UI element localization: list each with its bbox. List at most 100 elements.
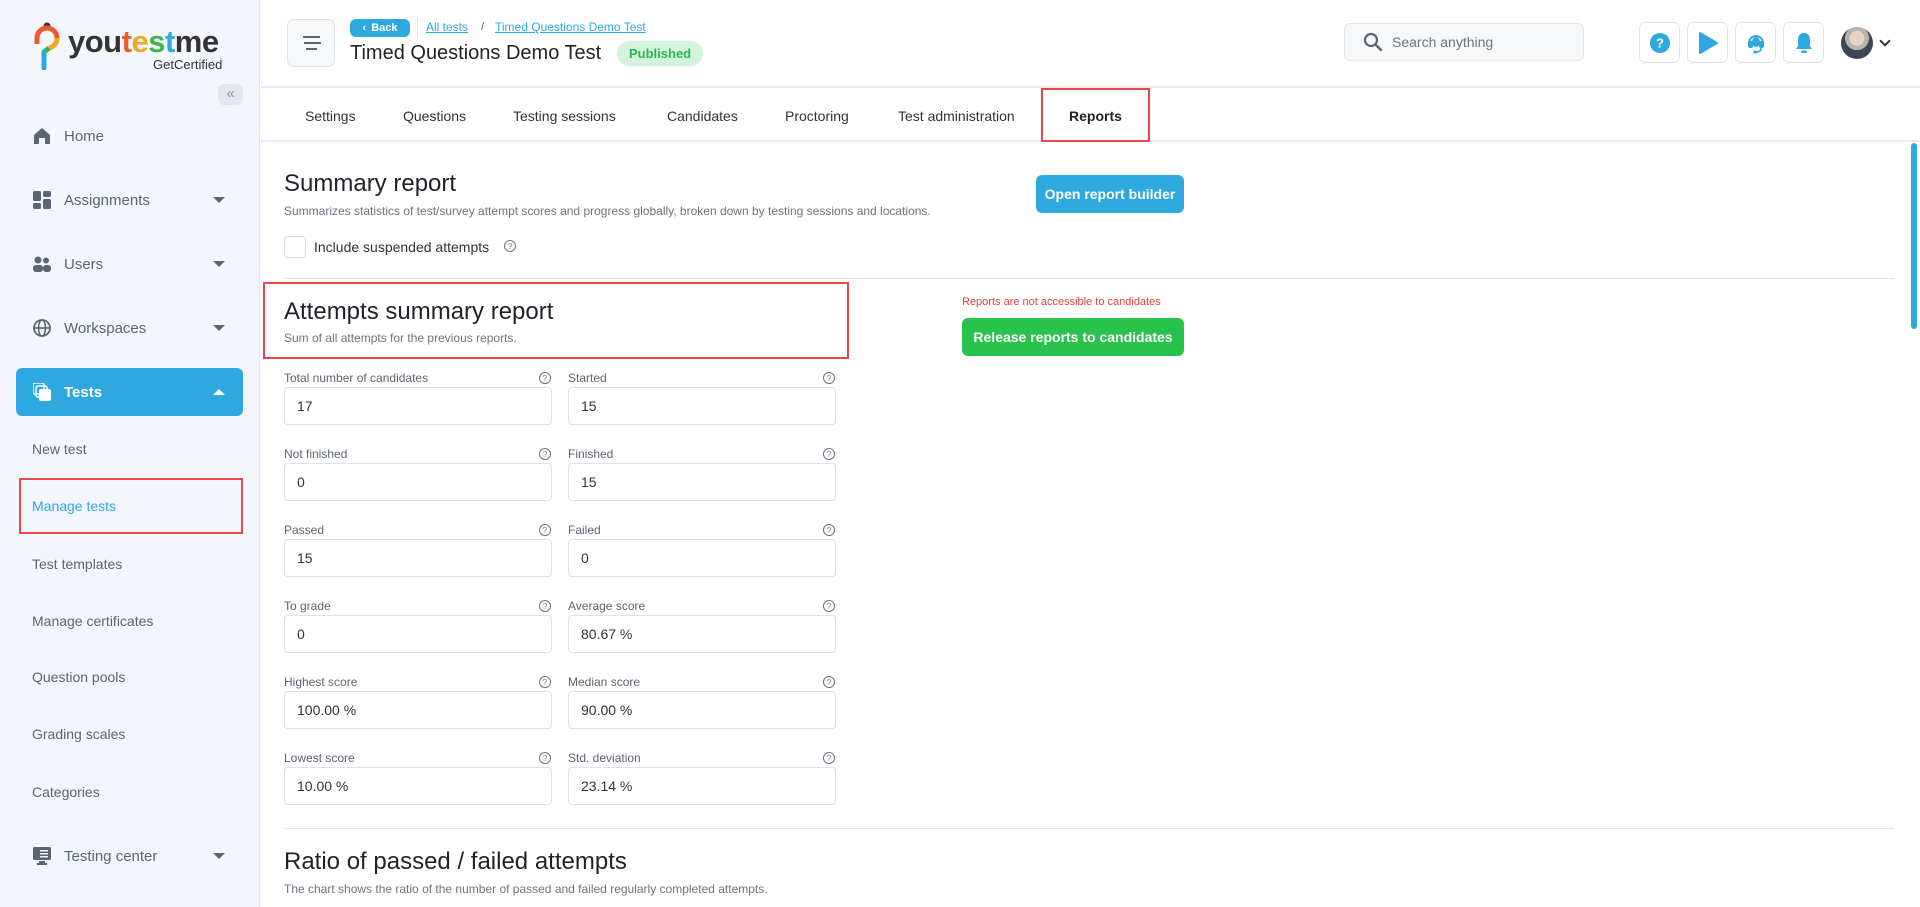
sidebar-subitem-test-templates[interactable]: Test templates <box>32 556 122 572</box>
bell-icon <box>1795 32 1812 53</box>
sidebar-subitem-manage-certificates[interactable]: Manage certificates <box>32 613 153 629</box>
attempts-summary-title: Attempts summary report <box>284 298 554 325</box>
release-reports-button[interactable]: Release reports to candidates <box>962 318 1184 356</box>
help-circle-icon[interactable]: ? <box>823 600 835 612</box>
tab-questions[interactable]: Questions <box>403 108 466 124</box>
std-deviation-field[interactable] <box>568 767 836 805</box>
home-icon <box>32 126 52 146</box>
lowest-score-label: Lowest score <box>284 751 355 765</box>
logo-wordmark: youtestme <box>68 24 219 59</box>
caret-down-icon <box>213 261 225 267</box>
sidebar-item-workspaces[interactable]: Workspaces <box>16 304 243 352</box>
help-circle-icon[interactable]: ? <box>539 752 551 764</box>
search-input[interactable] <box>1392 34 1572 50</box>
highest-score-field[interactable] <box>284 691 552 729</box>
user-avatar[interactable] <box>1841 27 1873 59</box>
failed-field[interactable] <box>568 539 836 577</box>
sidebar-subitem-question-pools[interactable]: Question pools <box>32 669 125 685</box>
breadcrumb-divider <box>417 18 418 38</box>
open-report-builder-button[interactable]: Open report builder <box>1036 175 1184 213</box>
users-icon <box>32 254 52 274</box>
highlight-reports-tab <box>1041 88 1150 142</box>
help-circle-icon[interactable]: ? <box>823 752 835 764</box>
back-button[interactable]: ‹ Back <box>350 19 410 37</box>
chevron-down-icon[interactable] <box>1879 35 1891 47</box>
include-suspended-checkbox[interactable] <box>284 236 306 258</box>
help-circle-icon[interactable]: ? <box>539 524 551 536</box>
sidebar-item-label: Tests <box>64 383 103 401</box>
sidebar-item-home[interactable]: Home <box>16 112 243 160</box>
attempts-summary-description: Sum of all attempts for the previous rep… <box>284 331 517 345</box>
finished-label: Finished <box>568 447 614 461</box>
breadcrumb-current-test[interactable]: Timed Questions Demo Test <box>495 20 646 34</box>
summary-report-description: Summarizes statistics of test/survey att… <box>284 204 931 218</box>
dashboard-icon <box>32 190 52 210</box>
sidebar-subitem-grading-scales[interactable]: Grading scales <box>32 726 125 742</box>
search-box[interactable] <box>1344 23 1584 61</box>
average-score-field[interactable] <box>568 615 836 653</box>
sidebar-item-tests[interactable]: Tests <box>16 368 243 416</box>
passed-field[interactable] <box>284 539 552 577</box>
breadcrumb-separator: / <box>481 21 485 33</box>
highlight-manage-tests <box>19 478 243 534</box>
globe-icon <box>32 318 52 338</box>
sidebar-item-testing-center[interactable]: Testing center <box>16 832 243 880</box>
search-icon <box>1363 32 1383 52</box>
median-score-field[interactable] <box>568 691 836 729</box>
median-score-label: Median score <box>568 675 641 689</box>
tab-proctoring[interactable]: Proctoring <box>785 108 849 124</box>
sidebar-subitem-categories[interactable]: Categories <box>32 784 100 800</box>
support-button[interactable] <box>1735 22 1776 63</box>
help-circle-icon[interactable]: ? <box>539 600 551 612</box>
sidebar-subitem-new-test[interactable]: New test <box>32 441 86 457</box>
total-number-of-candidates-field[interactable] <box>284 387 552 425</box>
ratio-section-description: The chart shows the ratio of the number … <box>284 882 768 896</box>
page-scrollbar[interactable] <box>1911 143 1917 329</box>
menu-toggle-button[interactable] <box>287 19 335 67</box>
summary-report-title: Summary report <box>284 170 457 197</box>
breadcrumb-all-tests[interactable]: All tests <box>426 20 468 34</box>
sidebar-item-assignments[interactable]: Assignments <box>16 176 243 224</box>
lowest-score-field[interactable] <box>284 767 552 805</box>
headset-icon <box>1747 34 1764 54</box>
sidebar-item-label: Users <box>64 255 104 273</box>
notifications-button[interactable] <box>1783 22 1824 63</box>
test-tabs: Settings Questions Testing sessions Cand… <box>261 88 1920 142</box>
tab-candidates[interactable]: Candidates <box>667 108 738 124</box>
help-circle-icon[interactable]: ? <box>539 372 551 384</box>
logo-tagline: GetCertified <box>153 57 223 72</box>
help-circle-icon[interactable]: ? <box>823 676 835 688</box>
hamburger-icon <box>304 42 321 44</box>
sidebar-item-label: Home <box>64 127 105 145</box>
play-button[interactable] <box>1687 22 1728 63</box>
include-suspended-label: Include suspended attempts <box>314 239 490 255</box>
help-circle-icon[interactable]: ? <box>823 448 835 460</box>
logo-person-icon <box>34 22 60 70</box>
logo[interactable]: youtestme GetCertified <box>34 20 234 72</box>
help-circle-icon[interactable]: ? <box>539 448 551 460</box>
tab-test-administration[interactable]: Test administration <box>898 108 1015 124</box>
failed-label: Failed <box>568 523 601 537</box>
collapse-sidebar-button[interactable]: « <box>218 84 243 105</box>
help-circle-icon[interactable]: ? <box>539 676 551 688</box>
to-grade-field[interactable] <box>284 615 552 653</box>
caret-up-icon <box>213 389 225 395</box>
started-field[interactable] <box>568 387 836 425</box>
help-circle-icon[interactable]: ? <box>504 240 516 252</box>
ratio-section-title: Ratio of passed / failed attempts <box>284 848 627 875</box>
copy-stack-icon <box>32 382 52 402</box>
play-icon <box>1698 31 1718 54</box>
sidebar-item-label: Testing center <box>64 847 158 865</box>
help-circle-icon[interactable]: ? <box>823 524 835 536</box>
not-finished-label: Not finished <box>284 447 348 461</box>
page-title: Timed Questions Demo Test <box>350 42 602 64</box>
reports-content: Summary report Summarizes statistics of … <box>261 142 1901 907</box>
help-circle-icon[interactable]: ? <box>823 372 835 384</box>
tab-testing-sessions[interactable]: Testing sessions <box>513 108 616 124</box>
tab-settings[interactable]: Settings <box>305 108 356 124</box>
hamburger-icon <box>306 48 317 50</box>
help-button[interactable]: ? <box>1639 22 1680 63</box>
finished-field[interactable] <box>568 463 836 501</box>
not-finished-field[interactable] <box>284 463 552 501</box>
sidebar-item-users[interactable]: Users <box>16 240 243 288</box>
